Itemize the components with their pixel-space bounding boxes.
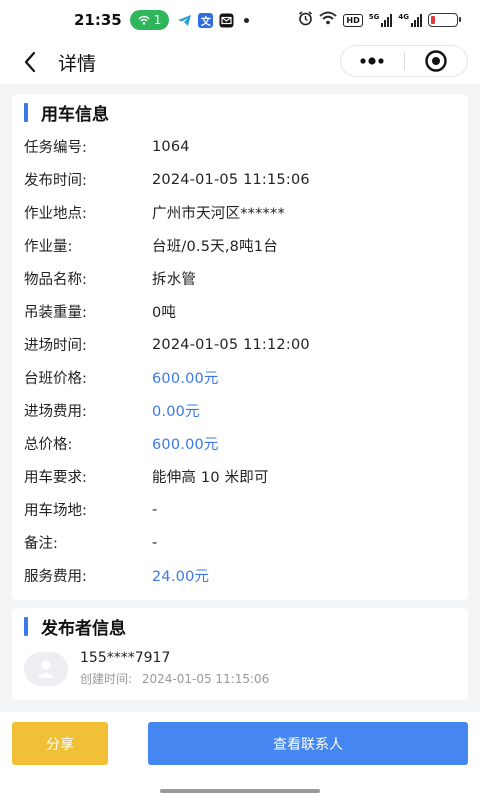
info-row-service-fee: 服务费用: 24.00元 [24,559,456,592]
vehicle-info-header: 用车信息 [24,102,109,125]
publisher-title: 发布者信息 [41,618,126,639]
close-miniprogram-button[interactable] [405,46,468,76]
total-price-value: 600.00元 [152,437,219,453]
site-value: - [152,501,158,518]
info-row-site: 用车场地: - [24,493,456,526]
hd-badge: HD [343,13,363,27]
vehicle-info-title: 用车信息 [41,104,109,125]
back-button[interactable] [16,48,44,76]
vehicle-info-card: 用车信息 任务编号: 1064 发布时间: 2024-01-05 11:15:0… [12,94,468,600]
workload-label: 作业量: [24,239,73,255]
lift-weight-label: 吊装重量: [24,305,87,321]
publisher-created: 创建时间: 2024-01-05 11:15:06 [80,670,269,687]
publish-time-label: 发布时间: [24,173,87,189]
item-name-value: 拆水管 [152,272,197,288]
entry-fee-value: 0.00元 [152,404,200,420]
nav-bar: 详情 [0,40,480,84]
created-time: 2024-01-05 11:15:06 [141,672,270,686]
info-row-total-price: 总价格: 600.00元 [24,427,456,460]
page-title: 详情 [58,52,97,75]
target-close-icon [425,50,447,72]
share-button[interactable]: 分享 [12,722,108,765]
info-row-workload: 作业量: 台班/0.5天,8吨1台 [24,229,456,262]
wifi-icon [319,11,337,29]
shift-price-value: 600.00元 [152,371,219,387]
lift-weight-value: 0吨 [152,305,177,321]
alarm-icon [298,10,313,30]
site-label: 用车场地: [24,503,87,519]
info-row-lift-weight: 吊装重量: 0吨 [24,295,456,328]
translate-icon: 文 [198,12,214,28]
total-price-label: 总价格: [24,437,73,453]
item-name-label: 物品名称: [24,272,87,288]
shift-price-label: 台班价格: [24,371,87,387]
requirement-label: 用车要求: [24,470,87,486]
task-id-value: 1064 [152,138,190,155]
more-dots-icon [360,57,384,65]
service-fee-label: 服务费用: [24,569,87,585]
created-label: 创建时间: [80,672,133,686]
info-row-shift-price: 台班价格: 600.00元 [24,361,456,394]
bottom-action-bar: 分享 查看联系人 [0,712,480,800]
info-row-requirement: 用车要求: 能伸高 10 米即可 [24,460,456,493]
section-accent-bar [24,616,28,636]
entry-time-value: 2024-01-05 11:12:00 [152,336,310,353]
location-value: 广州市天河区****** [152,206,285,222]
remark-value: - [152,534,158,551]
entry-time-label: 进场时间: [24,338,87,354]
publish-time-value: 2024-01-05 11:15:06 [152,171,310,188]
battery-level [431,16,435,24]
entry-fee-label: 进场费用: [24,404,87,420]
publisher-info: 155****7917 创建时间: 2024-01-05 11:15:06 [24,650,269,687]
status-bar: 21:35 1 文 HD 5G 4G [0,0,480,40]
section-accent-bar [24,102,28,122]
service-fee-value: 24.00元 [152,569,210,585]
publisher-header: 发布者信息 [24,616,126,639]
hotspot-count: 1 [153,13,162,27]
mail-icon [219,13,234,28]
telegram-icon [177,13,192,28]
chevron-left-icon [24,51,36,73]
publisher-phone: 155****7917 [80,650,171,666]
task-id-label: 任务编号: [24,140,87,156]
avatar [24,651,68,686]
hotspot-pill: 1 [129,10,170,30]
wifi-share-icon [138,15,150,25]
home-indicator[interactable] [160,789,320,793]
info-row-location: 作业地点: 广州市天河区****** [24,196,456,229]
more-menu-button[interactable] [341,46,404,76]
signal-5g-icon: 5G [369,13,393,27]
workload-value: 台班/0.5天,8吨1台 [152,239,278,255]
info-row-publish-time: 发布时间: 2024-01-05 11:15:06 [24,163,456,196]
remark-label: 备注: [24,536,58,552]
miniprogram-capsule [340,45,468,77]
battery-icon [428,13,461,27]
signal-4g-icon: 4G [398,13,422,27]
location-label: 作业地点: [24,206,87,222]
info-row-remark: 备注: - [24,526,456,559]
info-row-item-name: 物品名称: 拆水管 [24,262,456,295]
info-row-entry-fee: 进场费用: 0.00元 [24,394,456,427]
user-icon [37,660,55,678]
requirement-value: 能伸高 10 米即可 [152,470,269,486]
status-time: 21:35 [74,11,122,29]
info-row-task-id: 任务编号: 1064 [24,130,456,163]
info-row-entry-time: 进场时间: 2024-01-05 11:12:00 [24,328,456,361]
publisher-card: 发布者信息 155****7917 创建时间: 2024-01-05 11:15… [12,608,468,700]
more-notifications-icon [244,17,250,23]
view-contact-button[interactable]: 查看联系人 [148,722,468,765]
